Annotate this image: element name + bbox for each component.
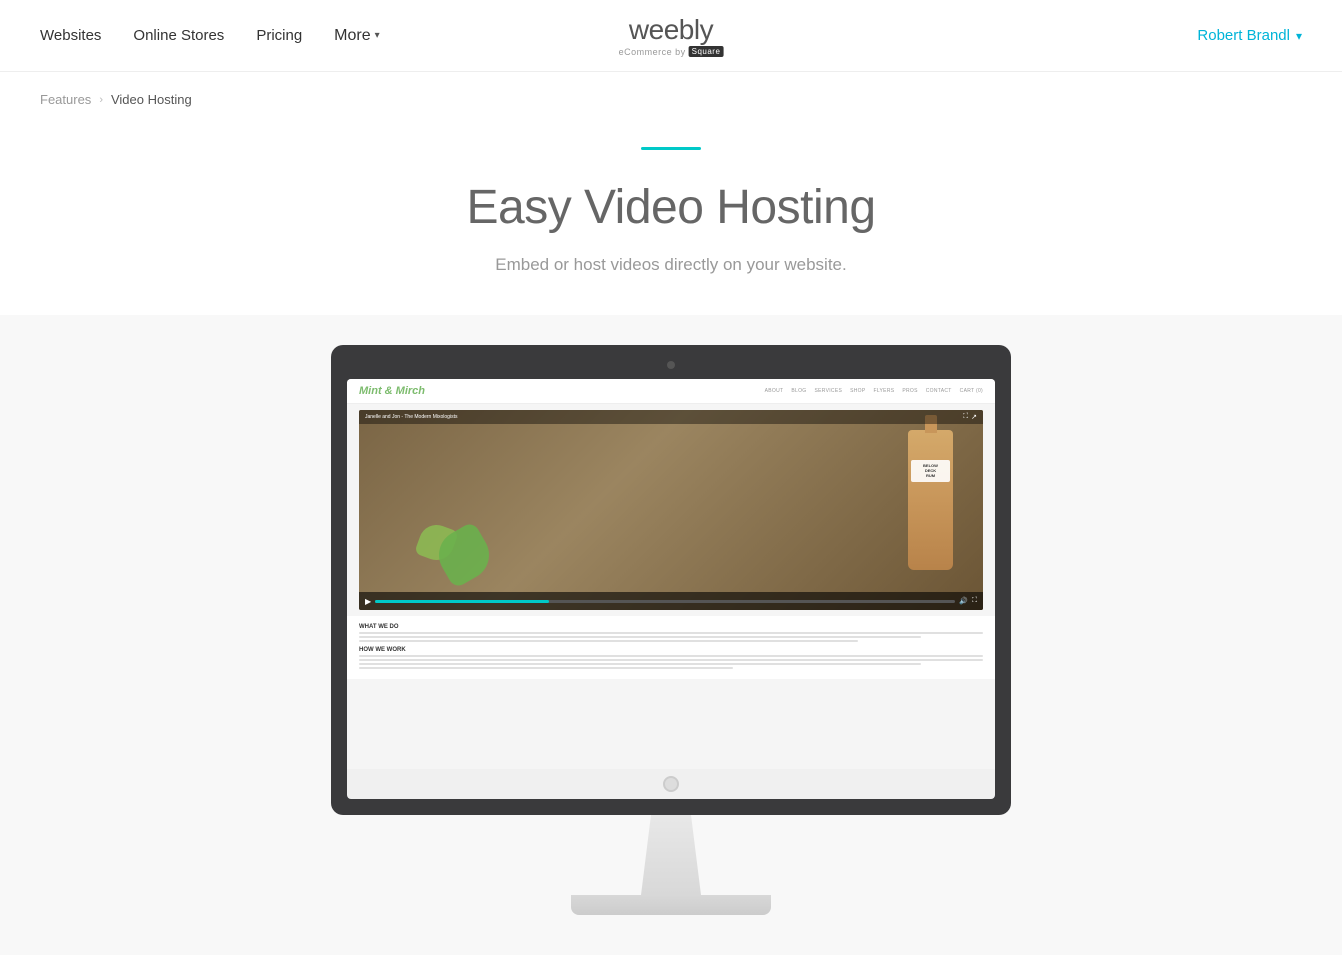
rum-label-text: BELOWDECKRUM [913,463,948,479]
mockup-video-titlebar: Janelle and Jon - The Modern Mixologists… [359,410,983,424]
mockup-nav-links: ABOUT BLOG SERVICES SHOP FLYERS PROS CON… [765,388,983,394]
monitor-neck [621,815,721,895]
square-badge: Square [689,46,724,57]
rum-bottle: BELOWDECKRUM [908,430,953,570]
text-line [359,640,858,642]
mockup-nav: Mint & Mirch ABOUT BLOG SERVICES SHOP FL… [347,379,995,404]
video-ctrl-1: ⛶ [963,413,968,421]
user-chevron-icon[interactable]: ▾ [1296,29,1302,43]
hero-accent-line [641,147,701,150]
volume-icon: 🔊 [959,597,968,605]
monitor-screen-wrap: Mint & Mirch ABOUT BLOG SERVICES SHOP FL… [331,345,1011,769]
monitor-foot [571,895,771,915]
monitor-stand [331,815,1011,915]
nav-pricing[interactable]: Pricing [256,27,302,44]
monitor-camera [667,361,675,369]
mockup-logo: Mint & Mirch [359,385,425,397]
nav-more[interactable]: More ▾ [334,27,379,45]
monitor-base-inner [347,769,995,799]
text-line [359,655,983,657]
nav-more-label: More [334,27,370,45]
nav-more-chevron: ▾ [375,30,380,41]
rum-bottle-label: BELOWDECKRUM [911,460,950,482]
hero-section: Easy Video Hosting Embed or host videos … [0,127,1342,315]
nav-user[interactable]: Robert Brandl [1197,27,1290,44]
mockup-video: BELOWDECKRUM Janelle and Jon - The Moder… [359,410,983,610]
nav-online-stores[interactable]: Online Stores [133,27,224,44]
hero-subtitle: Embed or host videos directly on your we… [40,255,1302,275]
main-nav: Websites Online Stores Pricing More ▾ we… [0,0,1342,72]
nav-websites[interactable]: Websites [40,27,101,44]
mockup-section-title-1: WHAT WE DO [359,624,983,630]
text-line [359,636,921,638]
mockup-content: WHAT WE DO HOW WE WORK [347,616,995,679]
mockup-section-title-2: HOW WE WORK [359,647,983,653]
time-bar [375,600,955,603]
hero-title: Easy Video Hosting [40,180,1302,235]
play-button: ▶ [365,597,371,606]
monitor-screen: Mint & Mirch ABOUT BLOG SERVICES SHOP FL… [347,379,995,769]
page-background: Mint & Mirch ABOUT BLOG SERVICES SHOP FL… [0,315,1342,955]
monitor-base-circle [663,776,679,792]
nav-logo[interactable]: weebly eCommerce by Square [619,14,724,57]
mockup-video-bg: BELOWDECKRUM [359,410,983,610]
breadcrumb-features[interactable]: Features [40,92,91,107]
breadcrumb-current: Video Hosting [111,92,192,107]
video-title-text: Janelle and Jon - The Modern Mixologists [365,414,457,420]
breadcrumb-sep: › [99,94,103,106]
monitor-container: Mint & Mirch ABOUT BLOG SERVICES SHOP FL… [0,315,1342,915]
text-line [359,667,733,669]
video-controls-top: ⛶ ↗ [963,413,977,421]
fullscreen-icon: ⛶ [972,597,977,605]
text-line [359,632,983,634]
monitor: Mint & Mirch ABOUT BLOG SERVICES SHOP FL… [331,345,1011,915]
logo-text: weebly [619,14,724,46]
text-line [359,659,983,661]
logo-sub: eCommerce by Square [619,46,724,57]
video-ctrl-2: ↗ [971,413,977,421]
monitor-base-outer [331,769,1011,815]
nav-left: Websites Online Stores Pricing More ▾ [40,27,380,45]
breadcrumb: Features › Video Hosting [0,72,1342,127]
text-line [359,663,921,665]
nav-right: Robert Brandl ▾ [1197,27,1302,44]
mockup-video-controls: ▶ 🔊 ⛶ [359,592,983,610]
